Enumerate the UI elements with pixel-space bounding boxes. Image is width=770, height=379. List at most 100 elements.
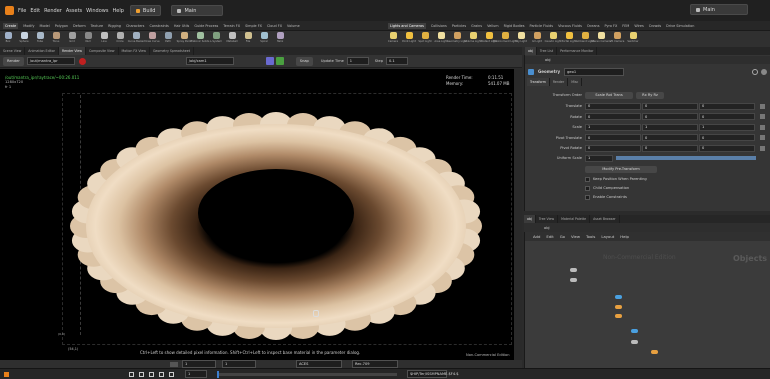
footer-field-1[interactable]: 1	[182, 360, 216, 368]
tool-tube[interactable]: Tube	[32, 31, 48, 47]
tool-portal-light[interactable]: Portal Light	[561, 31, 577, 47]
shelf-tab-create[interactable]: Create	[3, 22, 19, 29]
tool-torus[interactable]: Torus	[48, 31, 64, 47]
tool-curve-bezier[interactable]: Curve Bezier	[128, 31, 144, 47]
network-node[interactable]	[651, 350, 658, 354]
tab-material-palette[interactable]: Material Palette	[558, 215, 591, 223]
tool-helix[interactable]: Helix	[272, 31, 288, 47]
footer-icon[interactable]	[170, 361, 178, 367]
translate-field-y[interactable]: 0	[642, 102, 698, 110]
display-lut-field[interactable]: ACES	[296, 360, 342, 368]
network-node[interactable]	[615, 314, 622, 318]
network-node[interactable]	[615, 295, 622, 299]
shelf-tab-model[interactable]: Model	[40, 24, 50, 28]
tab-geometry-spreadsheet[interactable]: Geometry Spreadsheet	[150, 47, 194, 55]
network-menu-tools[interactable]: Tools	[586, 234, 595, 239]
tab-asset-browser[interactable]: Asset Browser	[590, 215, 620, 223]
shelf-tab-fem[interactable]: FEM	[622, 24, 629, 28]
rop-path-field[interactable]: /out/mantra_ipr	[26, 57, 75, 65]
desktop-right-selector[interactable]: Main	[690, 4, 748, 15]
play-control-icon[interactable]	[129, 371, 134, 377]
desktop-build-selector[interactable]: Build	[129, 5, 162, 16]
enable-constraints-checkbox[interactable]	[585, 194, 590, 200]
timeline[interactable]	[217, 370, 397, 378]
shelf-tab-deform[interactable]: Deform	[73, 24, 86, 28]
pivot-rotate-field-z[interactable]: 0	[699, 144, 755, 152]
menu-help[interactable]: Help	[112, 8, 123, 14]
tool-geometry-light[interactable]: Geometry Light	[447, 31, 467, 47]
network-node[interactable]	[570, 278, 577, 282]
network-editor[interactable]: Add Edit Go View Tools Layout Help Non-Commerc…	[524, 232, 770, 368]
tool-caustic-light[interactable]: Caustic Light	[545, 31, 561, 47]
shelf-tab-lights-and-cameras[interactable]: Lights and Cameras	[388, 22, 426, 29]
gear-icon[interactable]	[752, 68, 759, 75]
tool-camera[interactable]: Camera	[385, 31, 401, 47]
tab-tree-view[interactable]: Tree View	[536, 215, 559, 223]
shelf-tab-vellum[interactable]: Vellum	[487, 24, 498, 28]
snap-button[interactable]: Snap	[295, 56, 313, 66]
network-node[interactable]	[631, 340, 638, 344]
scale-field-x[interactable]: 1	[585, 123, 641, 131]
pivot-rotate-key-icon[interactable]	[760, 145, 765, 151]
rotate-field-z[interactable]: 0	[699, 113, 755, 120]
tool-switcher[interactable]: Switcher	[625, 31, 641, 47]
tool-stereo-camera[interactable]: Stereo Camera	[591, 31, 611, 47]
menu-assets[interactable]: Assets	[66, 8, 82, 14]
param-path[interactable]: obj	[545, 58, 550, 62]
tool-grid[interactable]: Grid	[64, 31, 80, 47]
shelf-tab-guide-process[interactable]: Guide Process	[194, 24, 218, 28]
tool-path[interactable]: Path	[160, 31, 176, 47]
tool-file[interactable]: File	[240, 31, 256, 47]
tool-null[interactable]: Null	[80, 31, 96, 47]
shelf-tab-terrain-fx[interactable]: Terrain FX	[223, 24, 240, 28]
pivot-translate-field-y[interactable]: 0	[642, 134, 698, 141]
rotate-field-x[interactable]: 0	[585, 113, 641, 120]
play-control-icon[interactable]	[169, 371, 174, 377]
help-icon[interactable]	[761, 68, 768, 75]
tab-network-obj[interactable]: obj	[524, 215, 536, 223]
network-path[interactable]: obj	[544, 226, 549, 230]
tab-composite-view[interactable]: Composite View	[86, 47, 119, 55]
tab-performance-monitor[interactable]: Performance Monitor	[557, 47, 598, 55]
tool-platonic-solids[interactable]: Platonic Solids	[191, 31, 209, 47]
network-menu-edit[interactable]: Edit	[546, 234, 553, 239]
tab-obj[interactable]: obj	[525, 47, 537, 55]
shelf-tab-oceans[interactable]: Oceans	[587, 24, 600, 28]
keep-position-checkbox[interactable]	[585, 176, 590, 182]
tool-spray-paint[interactable]: Spray Paint	[176, 31, 192, 47]
tab-transform[interactable]: Transform	[527, 78, 550, 86]
shelf-tab-rigging[interactable]: Rigging	[108, 24, 121, 28]
shelf-tab-simple-fx[interactable]: Simple FX	[245, 24, 262, 28]
network-menu-view[interactable]: View	[571, 234, 580, 239]
shelf-tab-crowds[interactable]: Crowds	[649, 24, 661, 28]
node-name-field[interactable]: geo1	[564, 67, 625, 76]
auto-update-icon[interactable]	[275, 57, 284, 65]
pivot-translate-field-z[interactable]: 0	[699, 134, 755, 141]
rotate-field-y[interactable]: 0	[642, 113, 698, 120]
current-frame-field[interactable]: 1	[185, 370, 207, 378]
tab-render[interactable]: Render	[550, 78, 569, 86]
network-node[interactable]	[631, 329, 638, 333]
tool-gi-light[interactable]: GI Light	[529, 31, 545, 47]
uniform-scale-field[interactable]: 1	[585, 154, 613, 162]
shelf-tab-volume[interactable]: Volume	[287, 24, 300, 28]
tool-distant-light[interactable]: Distant Light	[481, 31, 497, 47]
shelf-tab-characters[interactable]: Characters	[126, 24, 145, 28]
timeline-cursor[interactable]	[217, 370, 219, 378]
shelf-tab-wires[interactable]: Wires	[634, 24, 643, 28]
network-menu-layout[interactable]: Layout	[601, 234, 614, 239]
shelf-tab-cloud-fx[interactable]: Cloud FX	[267, 24, 282, 28]
tool-area-light[interactable]: Area Light	[433, 31, 449, 47]
play-control-icon[interactable]	[149, 371, 154, 377]
tab-motion-fx-view[interactable]: Motion FX View	[119, 47, 150, 55]
tab-tree-list[interactable]: Tree List	[537, 47, 558, 55]
network-menu-go[interactable]: Go	[560, 234, 565, 239]
transform-order-menu[interactable]: Scale Rot Trans	[585, 91, 633, 99]
rotate-key-icon[interactable]	[760, 114, 765, 119]
network-node[interactable]	[570, 268, 577, 272]
tool-ambient-light[interactable]: Ambient Light	[576, 31, 594, 47]
shelf-tab-hair-utils[interactable]: Hair Utils	[174, 24, 190, 28]
tool-sky-light[interactable]: Sky Light	[513, 31, 529, 47]
stop-render-icon[interactable]	[78, 57, 86, 65]
tab-scene-view[interactable]: Scene View	[0, 47, 26, 55]
